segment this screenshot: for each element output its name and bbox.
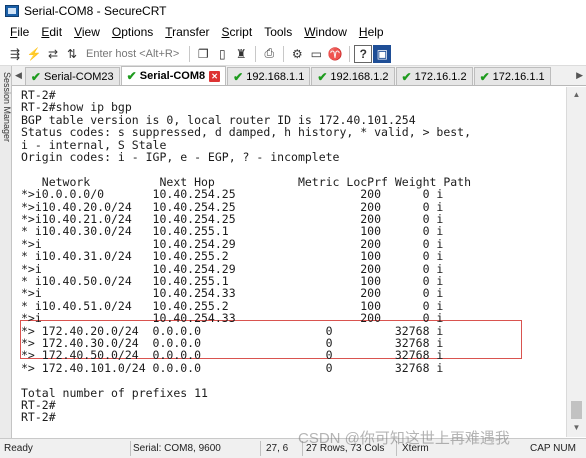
- terminal-line: *> 172.40.101.0/24 0.0.0.0 0 32768 i: [21, 360, 444, 375]
- status-serial: Serial: COM8, 9600: [133, 443, 221, 454]
- tab-192-168-1-1[interactable]: ✔ 192.168.1.1: [227, 67, 311, 85]
- connected-check-icon: ✔: [479, 69, 490, 84]
- terminal-line: * i10.40.50.0/24 10.40.255.1 100 0 i: [21, 274, 444, 288]
- tab-serial-com8[interactable]: ✔ Serial-COM8 ✕: [120, 66, 227, 85]
- connected-check-icon: ✔: [233, 69, 244, 84]
- toolbar-divider: [283, 45, 285, 62]
- connected-check-icon: ✔: [401, 69, 412, 84]
- disconnect-icon[interactable]: ⇅: [63, 45, 81, 63]
- session-manager-panel[interactable]: Session Manager: [0, 66, 12, 438]
- terminal-line: *>i 10.40.254.33 200 0 i: [21, 311, 444, 326]
- question-icon[interactable]: ▣: [373, 44, 392, 63]
- toolbar-divider: [189, 45, 191, 62]
- terminal-scrollbar[interactable]: ▲ ▼: [566, 87, 586, 437]
- toolbar-divider: [255, 45, 257, 62]
- help-icon[interactable]: ?: [354, 44, 373, 63]
- connect-icon[interactable]: ⇶: [6, 45, 24, 63]
- terminal-line: *>i0.0.0.0/0 10.40.254.25 200 0 i: [21, 187, 444, 202]
- map-icon[interactable]: ▭: [307, 45, 325, 63]
- connected-check-icon: ✔: [126, 69, 137, 83]
- terminal-line: BGP table version is 0, local router ID …: [21, 112, 416, 127]
- paste-icon[interactable]: ▯: [213, 45, 231, 63]
- window-title: Serial-COM8 - SecureCRT: [24, 4, 167, 18]
- terminal-line: Total number of prefixes 11: [21, 385, 208, 400]
- tab-label: Serial-COM8: [139, 70, 206, 82]
- tab-label: 192.168.1.2: [330, 70, 389, 83]
- reconnect-icon[interactable]: ⇄: [44, 45, 62, 63]
- find-icon[interactable]: ♜: [232, 45, 250, 63]
- menu-file[interactable]: File: [4, 25, 35, 39]
- terminal-output[interactable]: RT-2# RT-2#show ip bgp BGP table version i…: [13, 87, 566, 437]
- session-manager-label: Session Manager: [2, 72, 12, 143]
- title-bar: Serial-COM8 - SecureCRT: [0, 0, 586, 22]
- toolbar-divider: [349, 45, 351, 62]
- menu-window[interactable]: Window: [298, 25, 353, 39]
- menu-help[interactable]: Help: [353, 25, 390, 39]
- connected-check-icon: ✔: [317, 69, 328, 84]
- tab-close-icon[interactable]: ✕: [209, 70, 221, 82]
- status-cursor: 27, 6: [266, 443, 289, 454]
- terminal-line: *>i 10.40.254.29 200 0 i: [21, 236, 444, 251]
- tab-scroll-left-icon[interactable]: ◀: [12, 70, 25, 81]
- securecrt-logo-icon: [5, 5, 19, 17]
- connected-check-icon: ✔: [30, 69, 41, 84]
- menu-edit[interactable]: Edit: [35, 25, 68, 39]
- terminal-line: * i10.40.51.0/24 10.40.255.2 100 0 i: [21, 298, 444, 313]
- quick-connect-icon[interactable]: ⚡: [25, 45, 43, 63]
- menu-bar: File Edit View Options Transfer Script Tools Wi…: [0, 22, 586, 42]
- terminal-line: Status codes: s suppressed, d damped, h …: [21, 125, 472, 140]
- key-icon[interactable]: ♈: [326, 45, 344, 63]
- status-ready: Ready: [4, 443, 33, 454]
- settings-icon[interactable]: ⚙: [288, 45, 306, 63]
- toolbar: ⇶ ⚡ ⇄ ⇅ Enter host <Alt+R> ❐ ▯ ♜ ⎙ ⚙ ▭ ♈…: [0, 42, 586, 66]
- terminal-line: *>i10.40.20.0/24 10.40.254.25 200 0 i: [21, 199, 444, 214]
- terminal-line: *>i 10.40.254.33 200 0 i: [21, 286, 444, 301]
- terminal-line: *> 172.40.50.0/24 0.0.0.0 0 32768 i: [21, 348, 444, 363]
- menu-options[interactable]: Options: [106, 25, 159, 39]
- status-divider: [260, 441, 261, 456]
- terminal-line: RT-2#: [21, 398, 56, 412]
- tab-172-16-1-2[interactable]: ✔ 172.16.1.2: [395, 67, 473, 85]
- terminal-line: * i10.40.31.0/24 10.40.255.2 100 0 i: [21, 249, 444, 264]
- terminal-line: RT-2#: [21, 410, 56, 425]
- tab-label: 172.16.1.2: [414, 70, 467, 83]
- terminal-line: *> 172.40.20.0/24 0.0.0.0 0 32768 i: [21, 323, 444, 338]
- status-divider: [130, 441, 131, 456]
- terminal-line: i - internal, S Stale: [21, 137, 167, 152]
- scroll-up-icon[interactable]: ▲: [567, 87, 586, 103]
- copy-icon[interactable]: ❐: [194, 45, 212, 63]
- tab-192-168-1-2[interactable]: ✔ 192.168.1.2: [311, 67, 395, 85]
- terminal-line: Origin codes: i - IGP, e - EGP, ? - inco…: [21, 150, 340, 164]
- menu-view[interactable]: View: [68, 25, 106, 39]
- terminal-line: Network Next Hop Metric LocPrf Weight Pa…: [21, 174, 472, 189]
- tab-label: 172.16.1.1: [492, 70, 545, 83]
- menu-script[interactable]: Script: [216, 25, 259, 39]
- tab-scroll-right-icon[interactable]: ▶: [573, 70, 586, 81]
- terminal-line: RT-2#show ip bgp: [21, 100, 132, 115]
- tab-label: Serial-COM23: [43, 70, 114, 83]
- terminal-line: *>i 10.40.254.29 200 0 i: [21, 261, 444, 276]
- scroll-down-icon[interactable]: ▼: [567, 420, 586, 436]
- host-input[interactable]: Enter host <Alt+R>: [86, 48, 179, 60]
- print-icon[interactable]: ⎙: [260, 45, 278, 63]
- terminal-line: RT-2#: [21, 88, 56, 102]
- scrollbar-thumb[interactable]: [571, 401, 582, 419]
- menu-transfer[interactable]: Transfer: [159, 25, 215, 39]
- tab-label: 192.168.1.1: [246, 70, 305, 83]
- menu-tools[interactable]: Tools: [258, 25, 298, 39]
- terminal-line: * i10.40.30.0/24 10.40.255.1 100 0 i: [21, 224, 444, 239]
- terminal-line: *>i10.40.21.0/24 10.40.254.25 200 0 i: [21, 212, 444, 226]
- csdn-watermark: CSDN @你可知这世上再难遇我: [298, 430, 510, 447]
- tab-serial-com23[interactable]: ✔ Serial-COM23: [24, 67, 120, 85]
- tab-172-16-1-1[interactable]: ✔ 172.16.1.1: [473, 67, 551, 85]
- tab-bar: ◀ ✔ Serial-COM23 ✔ Serial-COM8 ✕ ✔ 192.168.1.1…: [12, 66, 586, 86]
- terminal-line: *> 172.40.30.0/24 0.0.0.0 0 32768 i: [21, 336, 444, 350]
- status-caps: CAP NUM: [530, 443, 576, 454]
